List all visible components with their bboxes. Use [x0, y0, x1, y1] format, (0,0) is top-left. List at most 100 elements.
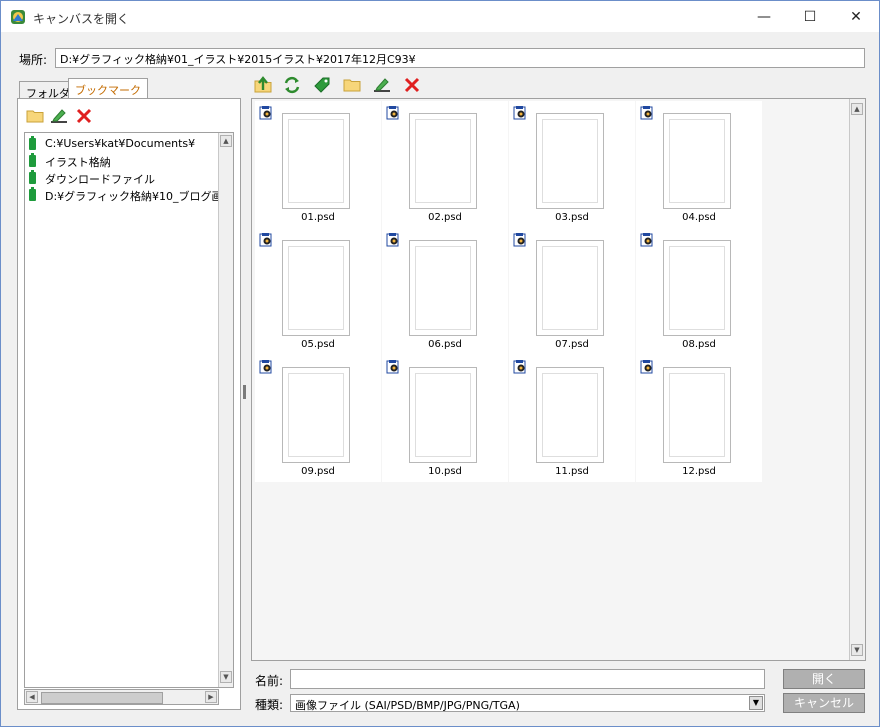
file-item[interactable]: 10.psd — [382, 355, 508, 482]
file-thumbnail — [409, 240, 477, 336]
type-label: 種類: — [255, 698, 284, 712]
file-item[interactable]: 05.psd — [255, 228, 381, 355]
open-button[interactable]: 開く — [783, 669, 865, 689]
file-item[interactable]: 09.psd — [255, 355, 381, 482]
file-thumbnail — [409, 113, 477, 209]
file-name: 07.psd — [555, 339, 589, 350]
file-thumbnail — [536, 240, 604, 336]
grid-vertical-scrollbar[interactable]: ▲ ▼ — [849, 99, 865, 660]
psd-file-icon — [513, 360, 526, 374]
bookmark-icon — [29, 153, 36, 167]
delete-icon[interactable] — [75, 107, 93, 125]
file-name: 11.psd — [555, 466, 589, 477]
bookmark-icon — [29, 136, 36, 150]
psd-file-icon — [640, 233, 653, 247]
file-thumbnail — [536, 367, 604, 463]
tab-bookmark[interactable]: ブックマーク — [68, 78, 148, 100]
new-folder-icon[interactable] — [343, 76, 361, 94]
app-icon — [11, 10, 25, 24]
file-item[interactable]: 11.psd — [509, 355, 635, 482]
psd-file-icon — [513, 233, 526, 247]
file-item[interactable]: 04.psd — [636, 101, 762, 228]
file-name: 03.psd — [555, 212, 589, 223]
open-canvas-dialog: キャンバスを開く — ☐ ✕ 場所: D:¥グラフィック格納¥01_イラスト¥2… — [0, 0, 880, 727]
file-name: 12.psd — [682, 466, 716, 477]
file-name: 01.psd — [301, 212, 335, 223]
file-type-value: 画像ファイル (SAI/PSD/BMP/JPG/PNG/TGA) — [295, 699, 520, 712]
file-item[interactable]: 03.psd — [509, 101, 635, 228]
psd-file-icon — [640, 106, 653, 120]
file-name: 02.psd — [428, 212, 462, 223]
file-name: 10.psd — [428, 466, 462, 477]
scroll-up-button[interactable]: ▲ — [220, 135, 232, 147]
edit-icon[interactable] — [50, 107, 68, 125]
location-path: D:¥グラフィック格納¥01_イラスト¥2015イラスト¥2017年12月C93… — [60, 53, 416, 66]
panel-splitter[interactable] — [243, 385, 246, 399]
file-thumbnail — [282, 367, 350, 463]
cancel-button[interactable]: キャンセル — [783, 693, 865, 713]
psd-file-icon — [259, 106, 272, 120]
file-name: 06.psd — [428, 339, 462, 350]
psd-file-icon — [386, 233, 399, 247]
scroll-down-button[interactable]: ▼ — [220, 671, 232, 683]
name-label: 名前: — [255, 674, 284, 688]
scroll-down-button[interactable]: ▼ — [851, 644, 863, 656]
bookmark-tree[interactable]: C:¥Users¥kat¥Documents¥ イラスト格納 ダウンロードファイ… — [24, 132, 234, 688]
dropdown-arrow-icon[interactable]: ▼ — [749, 696, 763, 710]
up-folder-icon[interactable] — [254, 76, 272, 94]
bookmark-item[interactable]: D:¥グラフィック格納¥10_ブログ画像 — [29, 187, 234, 204]
file-item[interactable]: 07.psd — [509, 228, 635, 355]
location-label: 場所: — [19, 53, 48, 67]
bookmark-label: D:¥グラフィック格納¥10_ブログ画像 — [45, 190, 234, 203]
psd-file-icon — [640, 360, 653, 374]
file-name: 04.psd — [682, 212, 716, 223]
bookmark-item[interactable]: ダウンロードファイル — [29, 170, 155, 187]
bookmark-label: イラスト格納 — [45, 156, 111, 169]
file-item[interactable]: 06.psd — [382, 228, 508, 355]
file-thumbnail — [282, 240, 350, 336]
file-item[interactable]: 01.psd — [255, 101, 381, 228]
psd-file-icon — [513, 106, 526, 120]
file-thumbnail — [663, 367, 731, 463]
file-thumbnail — [663, 113, 731, 209]
tag-icon[interactable] — [313, 76, 331, 94]
file-thumbnail — [409, 367, 477, 463]
rename-icon[interactable] — [373, 76, 391, 94]
psd-file-icon — [386, 360, 399, 374]
delete-file-icon[interactable] — [403, 76, 421, 94]
bookmark-item[interactable]: イラスト格納 — [29, 153, 111, 170]
bookmark-label: ダウンロードファイル — [45, 173, 155, 186]
scroll-right-button[interactable]: ▶ — [205, 691, 217, 703]
file-item[interactable]: 08.psd — [636, 228, 762, 355]
file-item[interactable]: 02.psd — [382, 101, 508, 228]
file-name: 05.psd — [301, 339, 335, 350]
location-field[interactable]: D:¥グラフィック格納¥01_イラスト¥2015イラスト¥2017年12月C93… — [55, 48, 865, 68]
psd-file-icon — [259, 360, 272, 374]
folder-icon[interactable] — [26, 107, 44, 125]
bookmark-item[interactable]: C:¥Users¥kat¥Documents¥ — [29, 136, 196, 153]
scroll-thumb[interactable] — [41, 692, 163, 704]
minimize-button[interactable]: — — [741, 1, 787, 32]
scroll-left-button[interactable]: ◀ — [26, 691, 38, 703]
psd-file-icon — [386, 106, 399, 120]
file-name: 09.psd — [301, 466, 335, 477]
tree-vertical-scrollbar[interactable]: ▲ ▼ — [218, 133, 233, 687]
scroll-up-button[interactable]: ▲ — [851, 103, 863, 115]
bookmark-label: C:¥Users¥kat¥Documents¥ — [45, 137, 196, 150]
title-bar[interactable]: キャンバスを開く — ☐ ✕ — [1, 1, 879, 32]
file-type-select[interactable]: 画像ファイル (SAI/PSD/BMP/JPG/PNG/TGA) ▼ — [290, 694, 765, 712]
file-thumbnail — [282, 113, 350, 209]
file-name: 08.psd — [682, 339, 716, 350]
refresh-icon[interactable] — [283, 76, 301, 94]
file-item[interactable]: 12.psd — [636, 355, 762, 482]
tree-horizontal-scrollbar[interactable]: ◀ ▶ — [24, 689, 219, 705]
file-grid[interactable]: 01.psd 02.psd 03.psd 04.psd 05.psd 06.psd 07.p… — [251, 98, 866, 661]
bookmark-icon — [29, 187, 36, 201]
psd-file-icon — [259, 233, 272, 247]
bookmark-icon — [29, 170, 36, 184]
file-thumbnail — [663, 240, 731, 336]
file-thumbnail — [536, 113, 604, 209]
maximize-button[interactable]: ☐ — [787, 1, 833, 32]
close-button[interactable]: ✕ — [833, 1, 879, 32]
file-name-input[interactable] — [290, 669, 765, 689]
